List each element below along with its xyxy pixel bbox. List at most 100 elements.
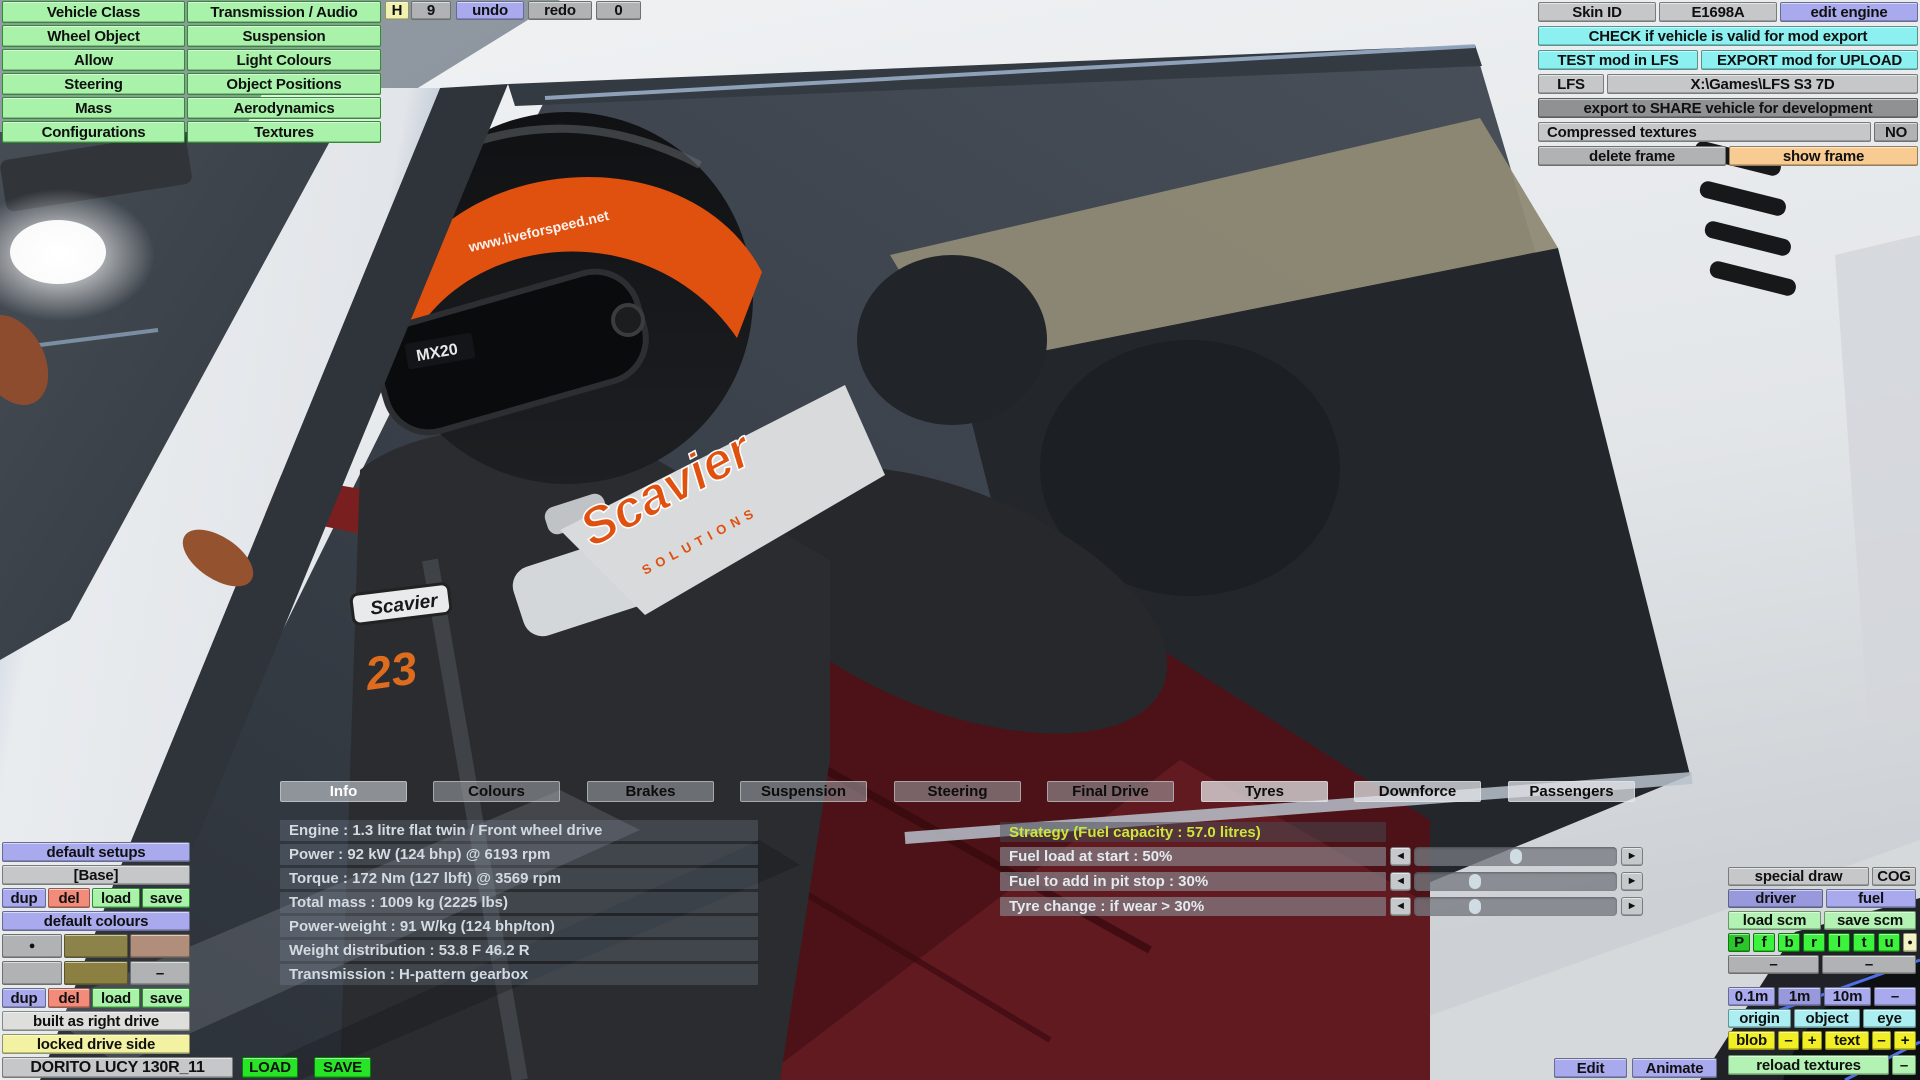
view-object-button[interactable]: object <box>1794 1009 1860 1028</box>
load-vehicle-button[interactable]: LOAD <box>242 1057 298 1078</box>
menu-object-positions[interactable]: Object Positions <box>187 73 381 95</box>
fuel-pit-left-arrow[interactable]: ◄ <box>1390 872 1411 891</box>
colour-slot-dot[interactable]: ● <box>2 934 62 958</box>
menu-configurations[interactable]: Configurations <box>2 121 185 143</box>
menu-transmission-audio[interactable]: Transmission / Audio <box>187 1 381 23</box>
setup-dup-button[interactable]: dup <box>2 888 46 908</box>
default-setups-button[interactable]: default setups <box>2 842 190 862</box>
layer-t-button[interactable]: t <box>1853 933 1875 952</box>
menu-steering[interactable]: Steering <box>2 73 185 95</box>
special-draw-button[interactable]: special draw <box>1728 867 1869 886</box>
grid-01m-button[interactable]: 0.1m <box>1728 987 1775 1006</box>
menu-aerodynamics[interactable]: Aerodynamics <box>187 97 381 119</box>
tab-info[interactable]: Info <box>280 781 407 802</box>
menu-light-colours[interactable]: Light Colours <box>187 49 381 71</box>
grid-1m-button[interactable]: 1m <box>1778 987 1821 1006</box>
fuel-pit-right-arrow[interactable]: ► <box>1621 872 1643 891</box>
skin-id-label[interactable]: Skin ID <box>1538 2 1656 22</box>
export-mod-button[interactable]: EXPORT mod for UPLOAD <box>1701 50 1918 70</box>
colour-slot-blank[interactable] <box>2 961 62 985</box>
blob-button[interactable]: blob <box>1728 1031 1775 1050</box>
colours-load-button[interactable]: load <box>92 988 140 1008</box>
load-scm-button[interactable]: load scm <box>1728 911 1821 930</box>
save-scm-button[interactable]: save scm <box>1824 911 1916 930</box>
tab-colours[interactable]: Colours <box>433 781 560 802</box>
compressed-textures-toggle[interactable]: NO <box>1874 122 1918 142</box>
tyre-change-right-arrow[interactable]: ► <box>1621 897 1643 916</box>
skin-id-value[interactable]: E1698A <box>1659 2 1777 22</box>
colours-save-button[interactable]: save <box>142 988 190 1008</box>
layer-dot-button[interactable]: ● <box>1903 933 1917 952</box>
locked-drive-side-button[interactable]: locked drive side <box>2 1034 190 1054</box>
edit-mode-button[interactable]: Edit <box>1554 1058 1627 1078</box>
fuel-pit-slider[interactable] <box>1414 872 1617 891</box>
test-mod-button[interactable]: TEST mod in LFS <box>1538 50 1698 70</box>
history-zero-button[interactable]: 0 <box>596 1 641 20</box>
tab-steering[interactable]: Steering <box>894 781 1021 802</box>
tyre-change-slider-thumb[interactable] <box>1469 899 1481 914</box>
layer-f-button[interactable]: f <box>1753 933 1775 952</box>
text-minus-button[interactable]: – <box>1872 1031 1891 1050</box>
driver-button[interactable]: driver <box>1728 889 1823 908</box>
edit-engine-button[interactable]: edit engine <box>1780 2 1918 22</box>
tyre-change-left-arrow[interactable]: ◄ <box>1390 897 1411 916</box>
text-plus-button[interactable]: + <box>1894 1031 1916 1050</box>
lfs-path[interactable]: X:\Games\LFS S3 7D <box>1607 74 1918 94</box>
colours-dup-button[interactable]: dup <box>2 988 46 1008</box>
save-vehicle-button[interactable]: SAVE <box>314 1057 371 1078</box>
view-eye-button[interactable]: eye <box>1863 1009 1916 1028</box>
menu-suspension[interactable]: Suspension <box>187 25 381 47</box>
blob-plus-button[interactable]: + <box>1802 1031 1822 1050</box>
tab-passengers[interactable]: Passengers <box>1508 781 1635 802</box>
fuel-pit-slider-thumb[interactable] <box>1469 874 1481 889</box>
reload-textures-button[interactable]: reload textures <box>1728 1055 1889 1075</box>
fuel-start-slider[interactable] <box>1414 847 1617 866</box>
draw-minus-right-button[interactable]: – <box>1822 955 1916 974</box>
animate-mode-button[interactable]: Animate <box>1632 1058 1717 1078</box>
setup-base-button[interactable]: [Base] <box>2 865 190 885</box>
redo-button[interactable]: redo <box>528 1 592 20</box>
compressed-textures-label[interactable]: Compressed textures <box>1538 122 1871 142</box>
fuel-start-right-arrow[interactable]: ► <box>1621 847 1643 866</box>
undo-button[interactable]: undo <box>456 1 524 20</box>
tab-brakes[interactable]: Brakes <box>587 781 714 802</box>
history-h-button[interactable]: H <box>385 1 409 20</box>
check-valid-button[interactable]: CHECK if vehicle is valid for mod export <box>1538 26 1918 46</box>
text-button[interactable]: text <box>1825 1031 1869 1050</box>
tab-suspension[interactable]: Suspension <box>740 781 867 802</box>
layer-l-button[interactable]: l <box>1828 933 1850 952</box>
menu-vehicle-class[interactable]: Vehicle Class <box>2 1 185 23</box>
menu-mass[interactable]: Mass <box>2 97 185 119</box>
colour-slot-minus[interactable]: – <box>130 961 190 985</box>
grid-minus-button[interactable]: – <box>1874 987 1916 1006</box>
reload-minus-button[interactable]: – <box>1892 1055 1916 1075</box>
fuel-button[interactable]: fuel <box>1826 889 1916 908</box>
cog-button[interactable]: COG <box>1872 867 1916 886</box>
colour-swatch-olive-2[interactable] <box>64 961 128 985</box>
layer-u-button[interactable]: u <box>1878 933 1900 952</box>
setup-save-button[interactable]: save <box>142 888 190 908</box>
default-colours-button[interactable]: default colours <box>2 911 190 931</box>
view-origin-button[interactable]: origin <box>1728 1009 1791 1028</box>
lfs-button[interactable]: LFS <box>1538 74 1604 94</box>
menu-allow[interactable]: Allow <box>2 49 185 71</box>
built-right-drive-button[interactable]: built as right drive <box>2 1011 190 1031</box>
layer-p-button[interactable]: P <box>1728 933 1750 952</box>
menu-wheel-object[interactable]: Wheel Object <box>2 25 185 47</box>
fuel-start-left-arrow[interactable]: ◄ <box>1390 847 1411 866</box>
vehicle-name-field[interactable]: DORITO LUCY 130R_11 <box>2 1057 233 1078</box>
colours-del-button[interactable]: del <box>48 988 90 1008</box>
fuel-start-slider-thumb[interactable] <box>1510 849 1522 864</box>
tyre-change-slider[interactable] <box>1414 897 1617 916</box>
setup-del-button[interactable]: del <box>48 888 90 908</box>
share-export-button[interactable]: export to SHARE vehicle for development <box>1538 98 1918 118</box>
grid-10m-button[interactable]: 10m <box>1824 987 1871 1006</box>
delete-frame-button[interactable]: delete frame <box>1538 146 1726 166</box>
show-frame-button[interactable]: show frame <box>1729 146 1918 166</box>
setup-load-button[interactable]: load <box>92 888 140 908</box>
layer-b-button[interactable]: b <box>1778 933 1800 952</box>
tab-final-drive[interactable]: Final Drive <box>1047 781 1174 802</box>
blob-minus-button[interactable]: – <box>1778 1031 1799 1050</box>
colour-swatch-olive-1[interactable] <box>64 934 128 958</box>
menu-textures[interactable]: Textures <box>187 121 381 143</box>
